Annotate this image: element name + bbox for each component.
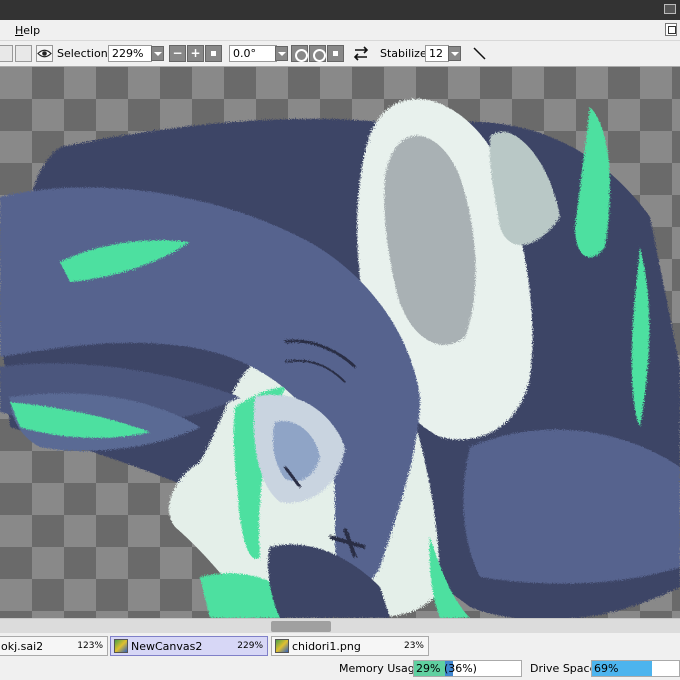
tab-document-0[interactable]: okj.sai2 123%: [0, 636, 108, 656]
memory-usage-label: Memory Usage: [339, 662, 422, 675]
tab-document-1[interactable]: NewCanvas2 229%: [110, 636, 268, 656]
selection-visibility-button[interactable]: [36, 45, 53, 62]
rotate-right-button[interactable]: [309, 45, 326, 62]
stabilizer-label: Stabilizer: [380, 47, 432, 60]
image-file-icon: [114, 639, 128, 653]
selection-label: Selection: [57, 47, 108, 60]
straight-line-icon[interactable]: [471, 45, 488, 62]
zoom-field[interactable]: 229%: [108, 45, 152, 62]
scrollbar-thumb[interactable]: [271, 621, 331, 632]
tab-zoom: 229%: [237, 641, 263, 651]
document-tabs: okj.sai2 123% NewCanvas2 229% chidori1.p…: [0, 634, 680, 658]
zoom-reset-button[interactable]: [205, 45, 222, 62]
tab-zoom: 123%: [77, 641, 103, 651]
image-file-icon: [275, 639, 289, 653]
rotation-dropdown-icon[interactable]: [275, 46, 288, 61]
title-bar: [0, 0, 680, 20]
drive-space-label: Drive Space: [530, 662, 597, 675]
drawing-canvas[interactable]: [0, 67, 680, 618]
rotation-reset-button[interactable]: [327, 45, 344, 62]
tab-name: chidori1.png: [292, 640, 361, 653]
toolbar: Selection 229% − + 0.0° Stabilizer 12: [0, 41, 680, 67]
zoom-dropdown-icon[interactable]: [151, 46, 164, 61]
menu-help[interactable]: Help: [15, 24, 40, 37]
memory-usage-value: 29% (36%): [416, 662, 477, 675]
tab-name: NewCanvas2: [131, 640, 203, 653]
tab-document-2[interactable]: chidori1.png 23%: [271, 636, 429, 656]
horizontal-scrollbar[interactable]: [0, 618, 680, 633]
tab-name: okj.sai2: [1, 640, 44, 653]
toolbar-button[interactable]: [15, 45, 32, 62]
artwork: [0, 98, 680, 618]
memory-usage-meter: 29% (36%): [413, 660, 522, 677]
drive-space-value: 69%: [594, 662, 619, 675]
restore-window-icon[interactable]: [665, 23, 677, 36]
tab-zoom: 23%: [403, 641, 424, 651]
stabilizer-dropdown-icon[interactable]: [448, 46, 461, 61]
rotation-field[interactable]: 0.0°: [229, 45, 277, 62]
eye-icon: [37, 49, 52, 58]
window-control-icon[interactable]: [664, 4, 676, 14]
stabilizer-field[interactable]: 12: [425, 45, 449, 62]
menu-bar: Help: [0, 20, 680, 41]
toolbar-button-partial[interactable]: [0, 45, 13, 62]
zoom-in-button[interactable]: +: [187, 45, 204, 62]
flip-horizontal-icon[interactable]: [352, 45, 370, 62]
status-bar: Memory Usage 29% (36%) Drive Space 69%: [0, 658, 680, 680]
rotate-left-button[interactable]: [291, 45, 308, 62]
zoom-out-button[interactable]: −: [169, 45, 186, 62]
drive-space-meter: 69%: [591, 660, 680, 677]
